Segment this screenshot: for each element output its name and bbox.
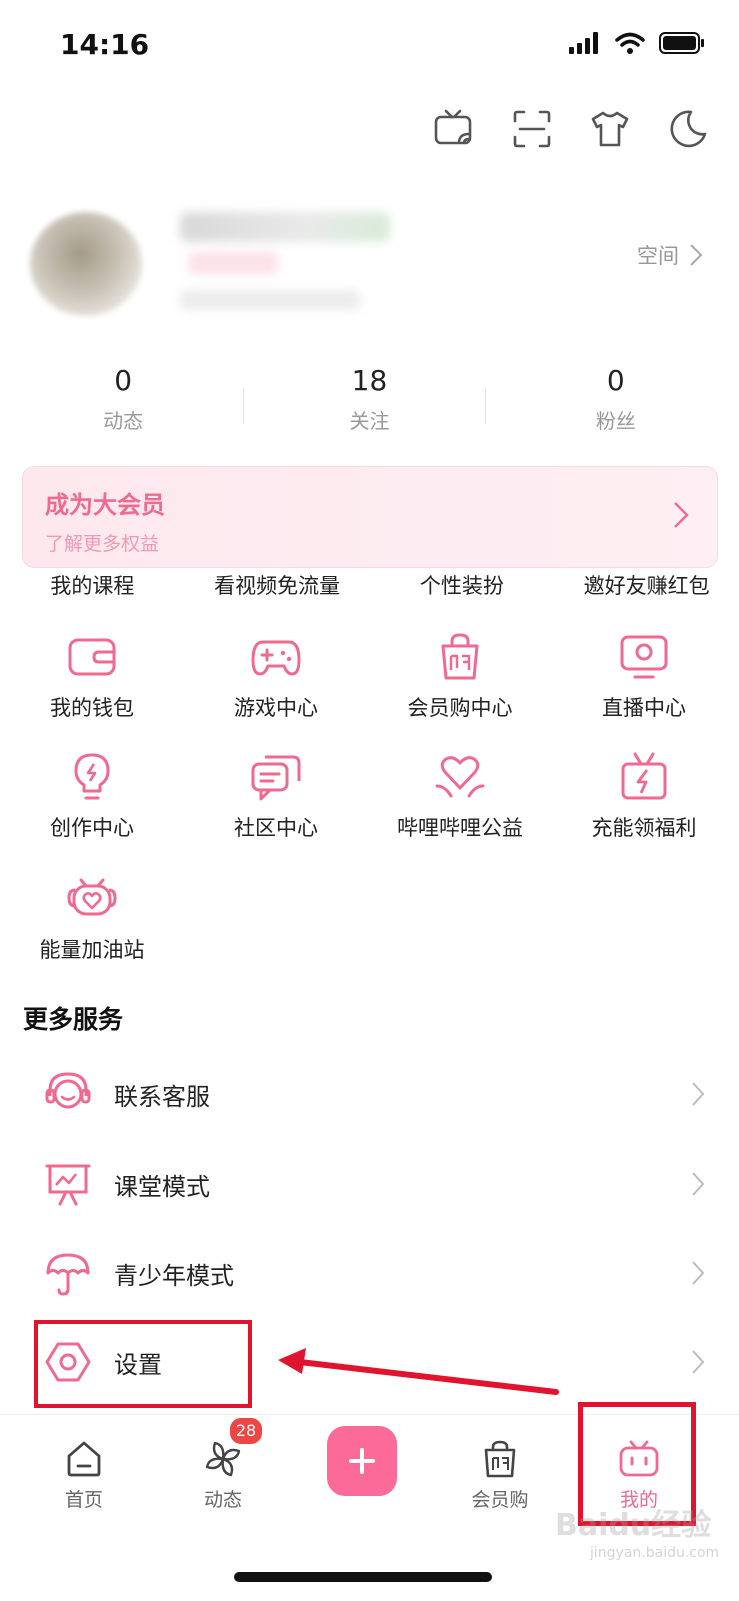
- nav-label: 动态: [203, 1489, 242, 1511]
- umbrella-icon: [46, 1253, 90, 1296]
- profile-subtext-blurred: [180, 290, 360, 310]
- home-indicator: [234, 1572, 492, 1582]
- stat-value: 18: [351, 364, 388, 397]
- service-label: 能量加油站: [39, 938, 145, 962]
- service-creator-center[interactable]: 创作中心: [0, 750, 184, 842]
- stat-label: 关注: [349, 409, 390, 433]
- nav-dynamics[interactable]: 动态: [163, 1439, 283, 1512]
- service-label: 充能领福利: [591, 816, 697, 840]
- stat-dynamics[interactable]: 0 动态: [0, 364, 246, 434]
- watermark: Baidu经验: [555, 1508, 712, 1543]
- space-link[interactable]: 空间: [637, 240, 703, 270]
- service-personal-dress[interactable]: 个性装扮: [370, 570, 555, 600]
- service-row-label: 青少年模式: [114, 1261, 234, 1290]
- moon-icon[interactable]: [667, 108, 709, 150]
- vip-banner[interactable]: 成为大会员 了解更多权益: [22, 466, 718, 568]
- stat-label: 粉丝: [595, 409, 636, 433]
- services-grid-row: 能量加油站: [0, 872, 739, 964]
- vip-title: 成为大会员: [45, 491, 165, 519]
- service-energy-station[interactable]: 能量加油站: [0, 872, 184, 964]
- service-label: 会员购中心: [407, 696, 513, 720]
- lightbulb-icon: [74, 753, 110, 800]
- stat-following[interactable]: 18 关注: [246, 364, 492, 434]
- services-grid-row: 创作中心 社区中心 哔哩哔哩公益 充能领福利: [0, 750, 739, 842]
- annotation-box-settings: [34, 1320, 252, 1408]
- divider: [243, 388, 244, 424]
- service-my-courses[interactable]: 我的课程: [0, 570, 185, 600]
- notification-badge: 28: [228, 1416, 264, 1446]
- plus-icon: [349, 1448, 375, 1474]
- tv-cast-icon[interactable]: [433, 108, 475, 150]
- gamepad-icon: [251, 640, 301, 676]
- chevron-right-icon: [690, 244, 703, 266]
- nav-home[interactable]: 首页: [24, 1439, 144, 1512]
- heart-hands-icon: [435, 756, 485, 798]
- service-live-center[interactable]: 直播中心: [552, 630, 736, 722]
- stat-fans[interactable]: 0 粉丝: [493, 364, 739, 434]
- headset-icon: [45, 1072, 91, 1109]
- service-charge-benefits[interactable]: 充能领福利: [552, 750, 736, 842]
- chevron-right-icon: [692, 1261, 705, 1285]
- wifi-icon: [615, 32, 645, 54]
- service-vip-shop[interactable]: 会员购中心: [368, 630, 552, 722]
- annotation-arrow: [278, 1348, 559, 1395]
- vip-subtitle: 了解更多权益: [45, 533, 160, 555]
- space-label: 空间: [637, 244, 679, 268]
- service-row-label: 联系客服: [114, 1082, 210, 1111]
- service-community-center[interactable]: 社区中心: [184, 750, 368, 842]
- shopping-bag-icon: [484, 1440, 516, 1478]
- more-services-title: 更多服务: [23, 1005, 124, 1034]
- stat-value: 0: [606, 364, 625, 397]
- chevron-right-icon: [692, 1172, 705, 1196]
- stat-label: 动态: [103, 409, 144, 433]
- service-row-teen-mode[interactable]: 青少年模式: [0, 1237, 739, 1309]
- service-label: 社区中心: [234, 816, 318, 840]
- service-row-customer-service[interactable]: 联系客服: [0, 1058, 739, 1130]
- chevron-right-icon: [674, 502, 689, 528]
- gift-bolt-icon: [621, 752, 667, 800]
- service-charity[interactable]: 哔哩哔哩公益: [368, 750, 552, 842]
- nav-label: 会员购: [471, 1489, 529, 1511]
- top-action-bar: [433, 108, 709, 150]
- shopping-bag-icon: [441, 633, 479, 680]
- service-row-classroom-mode[interactable]: 课堂模式: [0, 1148, 739, 1220]
- username-blurred[interactable]: [180, 212, 390, 242]
- stat-value: 0: [114, 364, 133, 397]
- service-wallet[interactable]: 我的钱包: [0, 630, 184, 722]
- chevron-right-icon: [692, 1350, 705, 1374]
- chat-icon: [251, 755, 301, 801]
- divider: [485, 388, 486, 424]
- service-game-center[interactable]: 游戏中心: [184, 630, 368, 722]
- service-label: 创作中心: [50, 816, 134, 840]
- watermark-url: jingyan.baidu.com: [590, 1545, 720, 1561]
- battery-icon: [659, 32, 704, 54]
- services-grid-row: 我的钱包 游戏中心 会员购中心 直播中心: [0, 630, 739, 722]
- status-time: 14:16: [60, 28, 150, 61]
- publish-button[interactable]: [327, 1426, 397, 1496]
- nav-label: 首页: [64, 1489, 103, 1511]
- service-label: 哔哩哔哩公益: [397, 816, 523, 840]
- heart-basket-icon: [67, 878, 117, 916]
- services-top-row: 我的课程 看视频免流量 个性装扮 邀好友赚红包: [0, 570, 739, 600]
- service-label: 直播中心: [602, 696, 686, 720]
- service-label: 游戏中心: [234, 696, 318, 720]
- service-free-data[interactable]: 看视频免流量: [185, 570, 370, 600]
- signal-icon: [569, 32, 598, 54]
- chevron-right-icon: [692, 1082, 705, 1106]
- presentation-icon: [45, 1164, 91, 1206]
- scan-icon[interactable]: [511, 108, 553, 150]
- service-label: 我的钱包: [50, 696, 134, 720]
- profile-stats: 0 动态 18 关注 0 粉丝: [0, 364, 739, 434]
- wallet-icon: [68, 638, 116, 676]
- monitor-icon: [620, 635, 668, 679]
- nav-vip-shop[interactable]: 会员购: [440, 1439, 560, 1512]
- tshirt-icon[interactable]: [589, 108, 631, 150]
- service-row-label: 课堂模式: [114, 1172, 210, 1201]
- avatar[interactable]: [30, 212, 142, 316]
- status-icons: [569, 32, 705, 54]
- home-icon: [67, 1441, 101, 1477]
- level-tag-blurred: [188, 252, 278, 274]
- service-invite-friends[interactable]: 邀好友赚红包: [554, 570, 739, 600]
